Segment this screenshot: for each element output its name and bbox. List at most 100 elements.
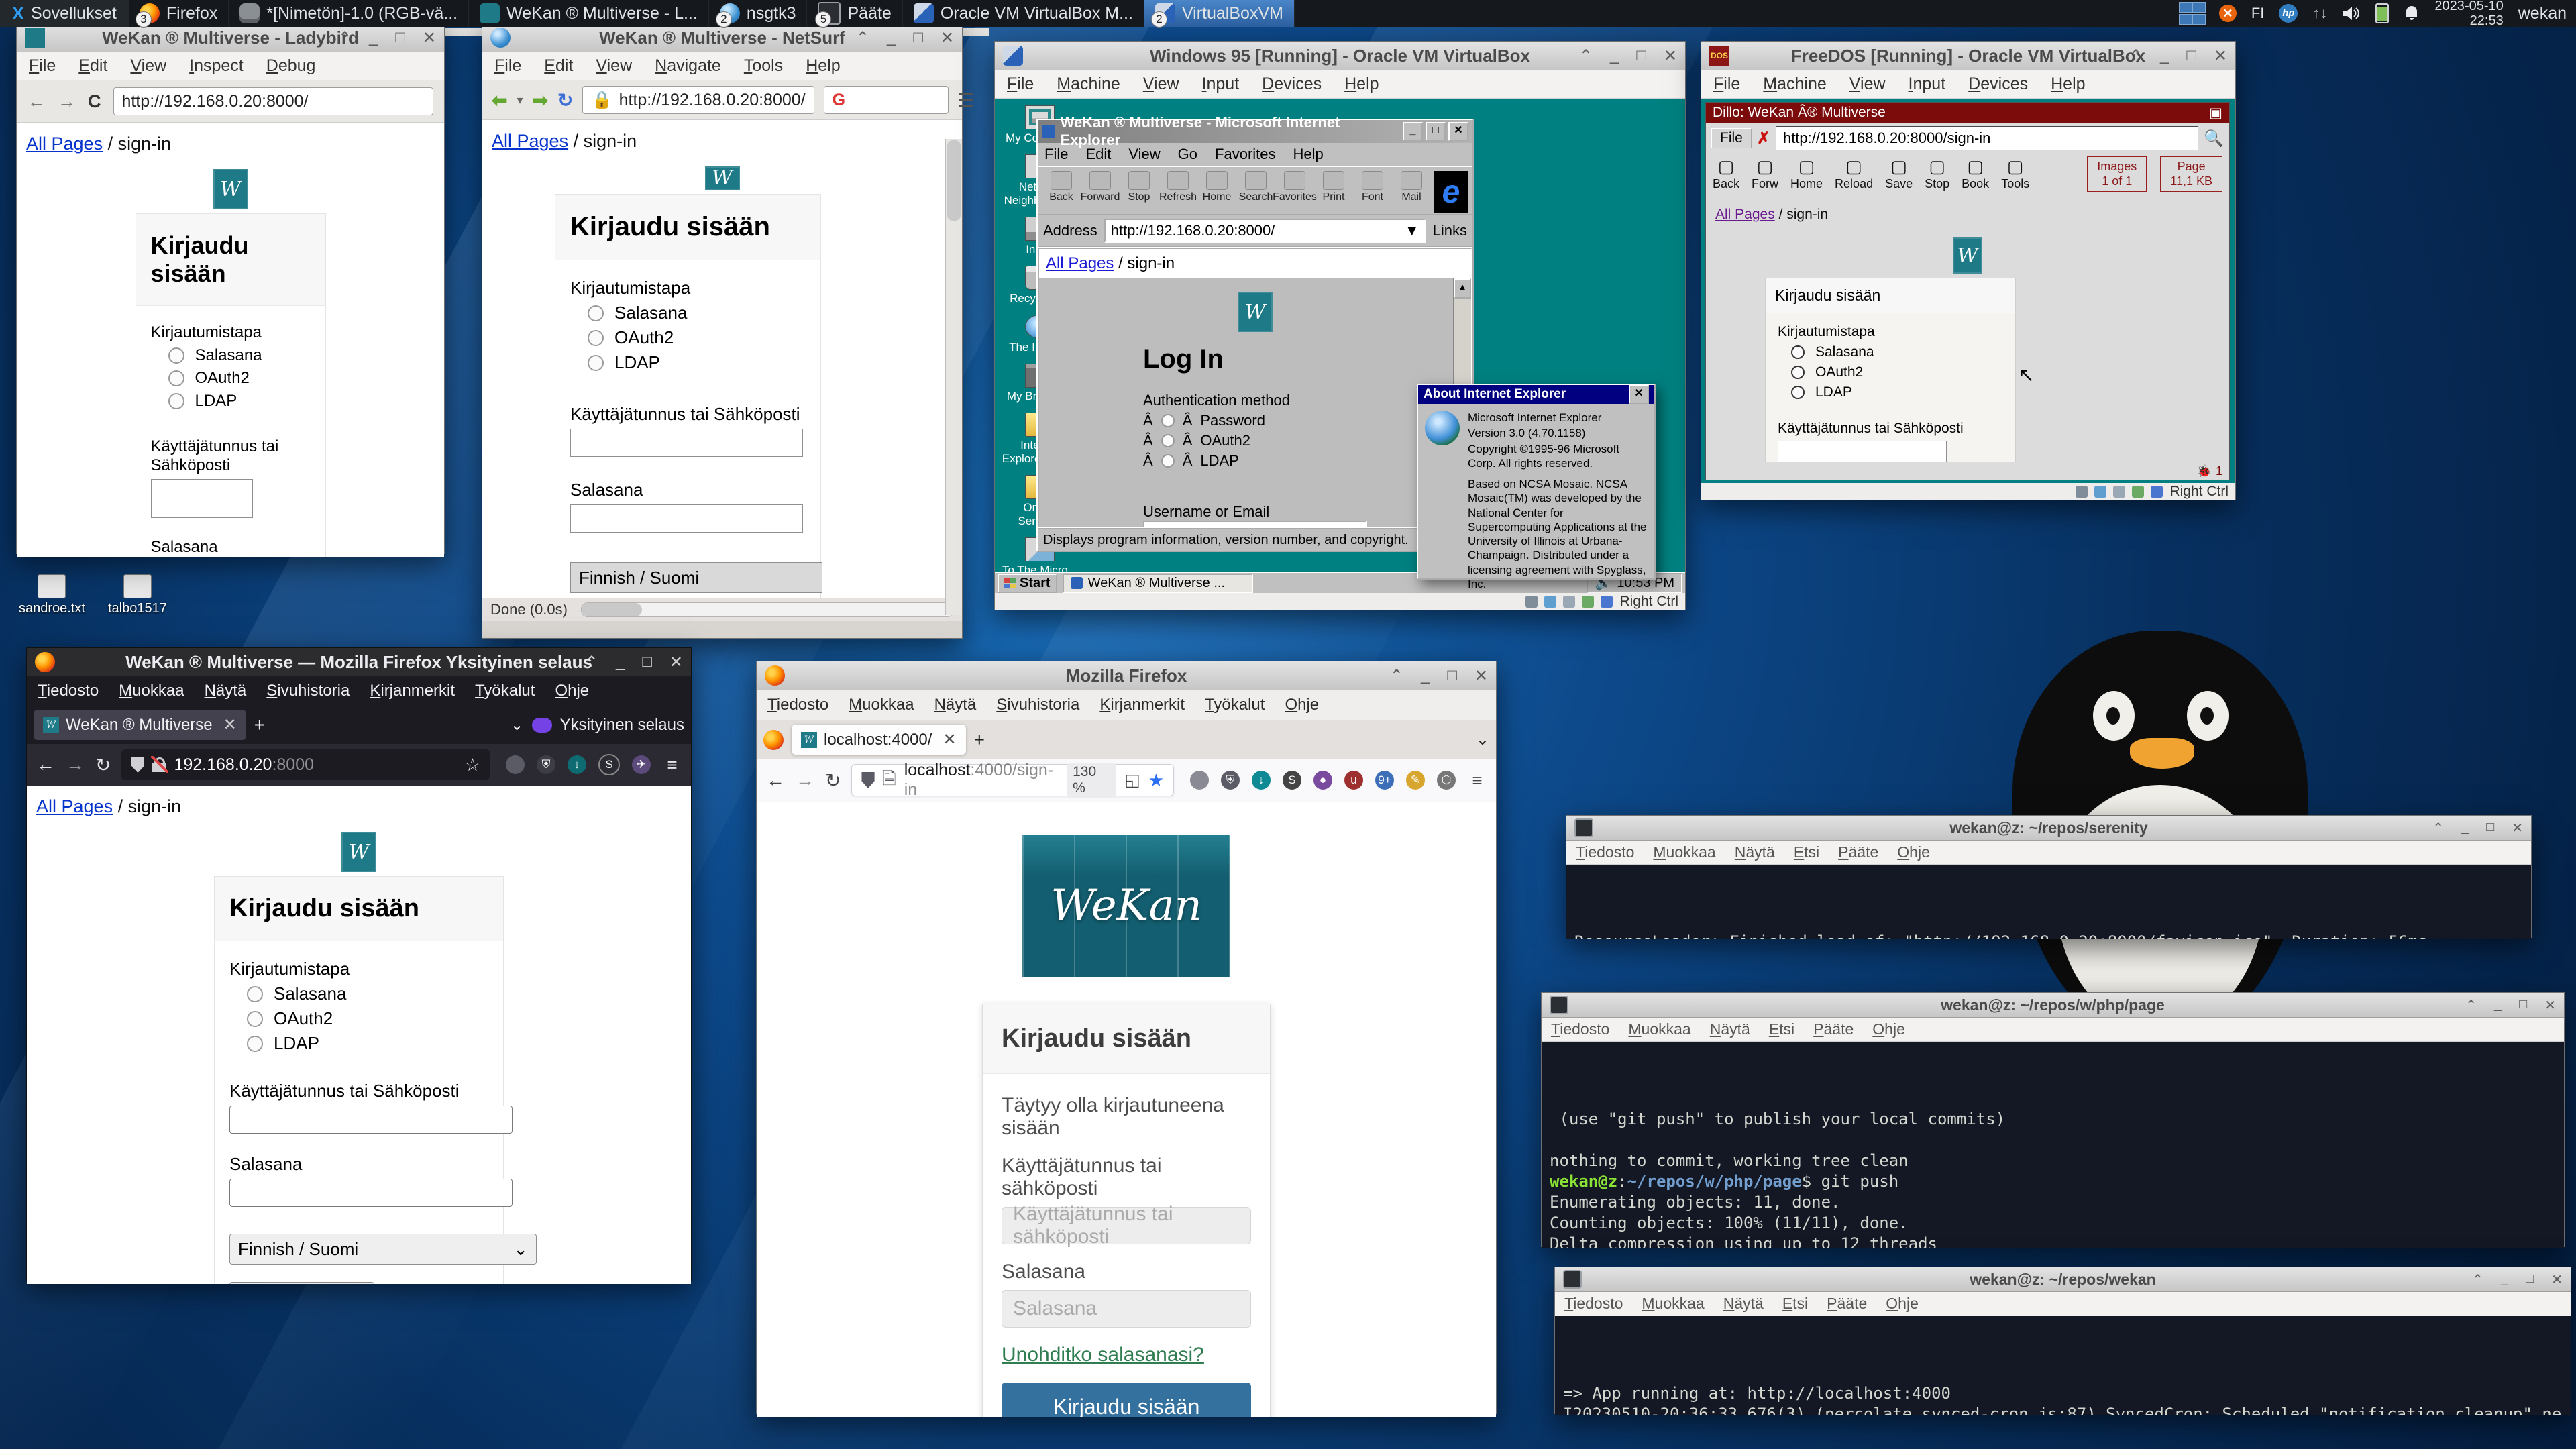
- desktop-icon[interactable]: sandroe.txt: [19, 574, 85, 616]
- close-button[interactable]: ✕: [2512, 820, 2523, 837]
- maximize-button[interactable]: □: [1447, 666, 1457, 686]
- taskbar-window-button[interactable]: 2 VirtualBoxVM: [1144, 0, 1295, 27]
- menu-item[interactable]: View: [1143, 74, 1179, 94]
- clock[interactable]: 2023-05-1022:53: [2434, 0, 2503, 28]
- menu-item[interactable]: Help: [1344, 74, 1379, 94]
- maximize-button[interactable]: □: [2519, 997, 2527, 1014]
- taskbar-window-button[interactable]: *[Nimetön]-1.0 (RGB-vä...: [229, 0, 469, 27]
- menu-item[interactable]: Näytä: [205, 682, 247, 700]
- all-pages-link[interactable]: All Pages: [1715, 207, 1775, 222]
- desktop-icon[interactable]: talbo1517: [108, 574, 167, 616]
- radio-option[interactable]: LDAP: [1791, 384, 2003, 400]
- menu-item[interactable]: Tiedosto: [767, 696, 828, 714]
- radio-option[interactable]: Salasana: [588, 303, 806, 323]
- username-input[interactable]: [229, 1106, 513, 1134]
- shade-button[interactable]: ⌃: [2465, 997, 2477, 1014]
- download-icon[interactable]: ↓: [568, 755, 586, 774]
- vm-screen[interactable]: My ComputerNetwork NeighborhoodInboxRecy…: [995, 99, 1685, 593]
- close-button[interactable]: ✕: [423, 28, 436, 48]
- url-bar[interactable]: 192.168.0.20:8000 ☆: [121, 749, 490, 780]
- workspace-pager[interactable]: [2179, 2, 2204, 25]
- shade-button[interactable]: ⌃: [1390, 666, 1403, 686]
- menu-hamburger-icon[interactable]: ≡: [1468, 771, 1487, 790]
- menu-item[interactable]: Inspect: [189, 56, 244, 76]
- maximize-button[interactable]: □: [395, 28, 405, 48]
- taskbar-window-button[interactable]: WeKan ® Multiverse - L...: [469, 0, 709, 27]
- back-button[interactable]: ←: [28, 91, 46, 112]
- terminal-output[interactable]: => App running at: http://localhost:4000…: [1555, 1316, 2571, 1415]
- page-info-icon[interactable]: 🗎: [883, 766, 896, 795]
- shade-button[interactable]: ⌃: [338, 28, 352, 48]
- tray-app-icon[interactable]: ✕: [2219, 5, 2237, 22]
- menu-item[interactable]: Näytä: [1723, 1295, 1764, 1313]
- titlebar[interactable]: WeKan ® Multiverse — Mozilla Firefox Yks…: [27, 648, 691, 676]
- all-pages-link[interactable]: All Pages: [492, 131, 568, 151]
- tab-close-icon[interactable]: ✕: [938, 730, 956, 749]
- maximize-button[interactable]: □: [913, 28, 923, 48]
- reload-button[interactable]: ↻: [557, 89, 573, 111]
- dillo-toolbar-button[interactable]: ▢Tools: [2001, 156, 2029, 191]
- file-button[interactable]: File: [1711, 128, 1752, 148]
- ie-titlebar[interactable]: WeKan ® Multiverse - Microsoft Internet …: [1038, 120, 1472, 143]
- menu-item[interactable]: Tiedosto: [1564, 1295, 1623, 1313]
- horizontal-scrollbar[interactable]: [581, 602, 954, 617]
- search-icon[interactable]: 🔍: [2204, 129, 2224, 148]
- menu-item[interactable]: Tiedosto: [1551, 1020, 1609, 1038]
- extension-icon[interactable]: [1190, 771, 1209, 790]
- close-button[interactable]: ✕: [1629, 385, 1649, 404]
- ie-toolbar-button[interactable]: Mail: [1392, 171, 1431, 203]
- password-input[interactable]: [570, 504, 803, 533]
- url-input[interactable]: http://192.168.0.20:8000/: [113, 87, 434, 115]
- minimize-button[interactable]: _: [616, 653, 625, 672]
- menu-item[interactable]: View: [596, 56, 632, 76]
- close-button[interactable]: ✕: [2214, 46, 2227, 66]
- menu-item[interactable]: Favorites: [1215, 146, 1275, 163]
- forward-button[interactable]: ➡: [533, 89, 548, 111]
- settings-icon[interactable]: ☰: [958, 89, 975, 111]
- radio-option[interactable]: LDAP: [588, 352, 806, 373]
- menu-item[interactable]: Sivuhistoria: [266, 682, 350, 700]
- menu-item[interactable]: Edit: [78, 56, 107, 76]
- username-input[interactable]: [570, 429, 803, 457]
- tracking-protection-icon[interactable]: [131, 757, 144, 773]
- all-pages-link[interactable]: All Pages: [26, 133, 103, 154]
- new-tab-button[interactable]: +: [974, 729, 985, 751]
- hp-tray-icon[interactable]: hp: [2279, 4, 2298, 23]
- shade-button[interactable]: ⌃: [2432, 820, 2444, 837]
- bug-icon[interactable]: 🐞: [2197, 464, 2212, 478]
- menu-item[interactable]: Devices: [1968, 74, 2028, 94]
- download-icon[interactable]: ↓: [1252, 771, 1271, 790]
- menu-item[interactable]: Työkalut: [1205, 696, 1265, 714]
- s-extension-icon[interactable]: S: [598, 754, 620, 775]
- minimize-button[interactable]: _: [2160, 46, 2169, 66]
- menu-item[interactable]: Sivuhistoria: [996, 696, 1079, 714]
- menu-item[interactable]: View: [1849, 74, 1886, 94]
- browser-tab[interactable]: W WeKan ® Multiverse ✕: [34, 710, 246, 740]
- shield-extension-icon[interactable]: ⛨: [537, 755, 555, 774]
- taskbar-task-button[interactable]: WeKan ® Multiverse ...: [1063, 574, 1253, 593]
- close-button[interactable]: ✕: [2544, 997, 2556, 1014]
- titlebar[interactable]: WeKan ® Multiverse - NetSurf ⌃_□✕: [482, 23, 962, 52]
- minimize-button[interactable]: _: [2494, 997, 2502, 1014]
- menu-item[interactable]: File: [1044, 146, 1068, 163]
- vm-screen[interactable]: Dillo: WeKan Â® Multiverse ▣ File ✗ http…: [1701, 99, 2235, 483]
- keyboard-layout-indicator[interactable]: FI: [2251, 5, 2265, 22]
- menu-item[interactable]: Go: [1178, 146, 1197, 163]
- links-button[interactable]: Links: [1433, 222, 1467, 239]
- shade-button[interactable]: ⌃: [2129, 46, 2143, 66]
- forgot-password-link[interactable]: Unohditko salasanasi?: [1002, 1344, 1204, 1366]
- username-input[interactable]: [1778, 441, 1947, 462]
- url-bar[interactable]: 🗎 localhost:4000/sign-in 130 % ◱ ★: [851, 764, 1174, 796]
- ie-toolbar-button[interactable]: Refresh: [1159, 171, 1197, 203]
- close-button[interactable]: ✕: [1664, 46, 1677, 66]
- menu-item[interactable]: Muokkaa: [1628, 1020, 1690, 1038]
- battery-icon[interactable]: [2375, 3, 2389, 23]
- start-button[interactable]: Start: [998, 574, 1057, 593]
- username-input[interactable]: [151, 479, 253, 518]
- forward-button[interactable]: →: [796, 769, 814, 791]
- minimize-button[interactable]: _: [2461, 820, 2469, 837]
- menu-item[interactable]: Machine: [1057, 74, 1120, 94]
- back-button[interactable]: ←: [36, 754, 55, 775]
- menu-item[interactable]: Tools: [744, 56, 783, 76]
- menu-item[interactable]: Ohje: [1886, 1295, 1919, 1313]
